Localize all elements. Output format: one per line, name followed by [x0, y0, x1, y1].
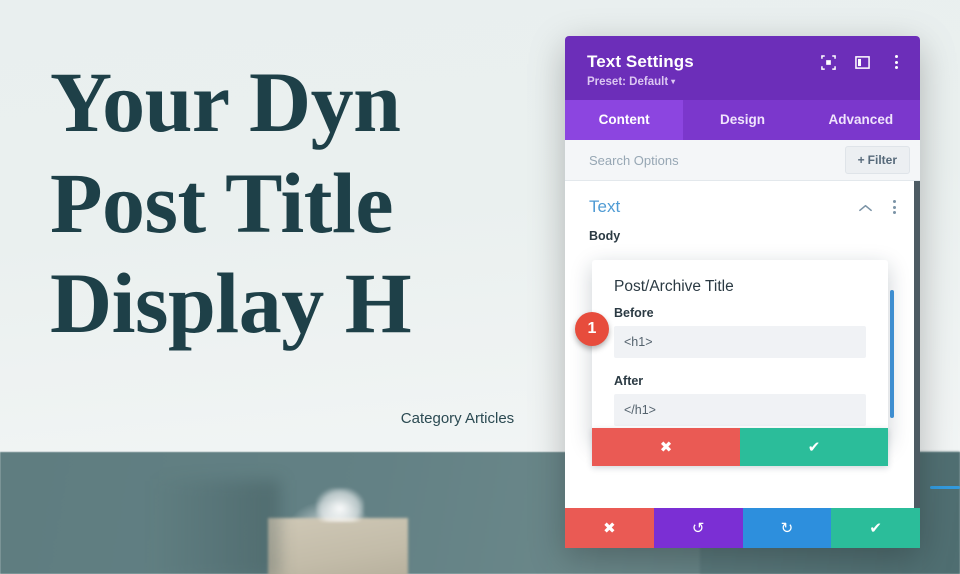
dynamic-popup-body: Post/Archive Title Before After: [592, 260, 888, 440]
before-field-input[interactable]: [614, 326, 866, 358]
chevron-down-icon: ▾: [671, 77, 676, 86]
cancel-changes-button[interactable]: ✖: [565, 508, 654, 548]
chevron-up-icon[interactable]: [859, 201, 872, 214]
panel-layout-icon[interactable]: [854, 54, 870, 70]
filter-button-label: Filter: [867, 153, 897, 167]
tab-content[interactable]: Content: [565, 100, 684, 140]
panel-preset-label: Preset: Default: [587, 76, 669, 88]
after-field-label: After: [614, 374, 644, 388]
dynamic-content-popup: 1 Post/Archive Title Before After ✖ ✔: [575, 260, 894, 466]
tab-advanced[interactable]: Advanced: [802, 100, 920, 140]
dynamic-popup-cancel-button[interactable]: ✖: [592, 428, 740, 466]
panel-header: Text Settings Preset: Default ▾: [565, 36, 920, 100]
filter-button[interactable]: + Filter: [844, 146, 910, 174]
panel-tabs: Content Design Advanced: [565, 100, 920, 140]
dynamic-popup-title: Post/Archive Title: [614, 278, 734, 295]
field-label-body: Body: [589, 229, 621, 243]
section-header-text: Text: [565, 181, 920, 227]
panel-header-icons: [820, 54, 904, 70]
tab-design[interactable]: Design: [683, 100, 801, 140]
photo-decor-object: [316, 488, 364, 522]
after-field-input[interactable]: [614, 394, 866, 426]
kebab-dots: [892, 200, 896, 214]
screen: Your Dyn Post Title Display H Category A…: [0, 0, 960, 574]
section-more-options-icon[interactable]: [886, 199, 902, 215]
step-badge-1: 1: [575, 312, 609, 346]
panel-footer-actions: ✖ ↺ ↻ ✔: [565, 508, 920, 548]
section-controls: [859, 199, 902, 215]
before-field-label: Before: [614, 306, 654, 320]
panel-search-bar: +Filter: [565, 140, 920, 181]
panel-preset-selector[interactable]: Preset: Default ▾: [587, 76, 898, 88]
panel-scrollbar[interactable]: [914, 181, 920, 508]
dynamic-popup-confirm-button[interactable]: ✔: [740, 428, 888, 466]
save-changes-button[interactable]: ✔: [831, 508, 920, 548]
more-options-icon[interactable]: [888, 54, 904, 70]
plus-icon: +: [857, 153, 865, 167]
builder-module-outline: [930, 486, 960, 489]
dynamic-popup-actions: ✖ ✔: [592, 428, 888, 466]
redo-button[interactable]: ↻: [742, 508, 832, 548]
undo-button[interactable]: ↺: [653, 508, 743, 548]
search-input[interactable]: [589, 147, 789, 173]
dynamic-popup-scrollbar[interactable]: [890, 290, 894, 418]
section-title[interactable]: Text: [589, 197, 620, 217]
kebab-dots: [894, 55, 898, 69]
focus-target-icon[interactable]: [820, 54, 836, 70]
